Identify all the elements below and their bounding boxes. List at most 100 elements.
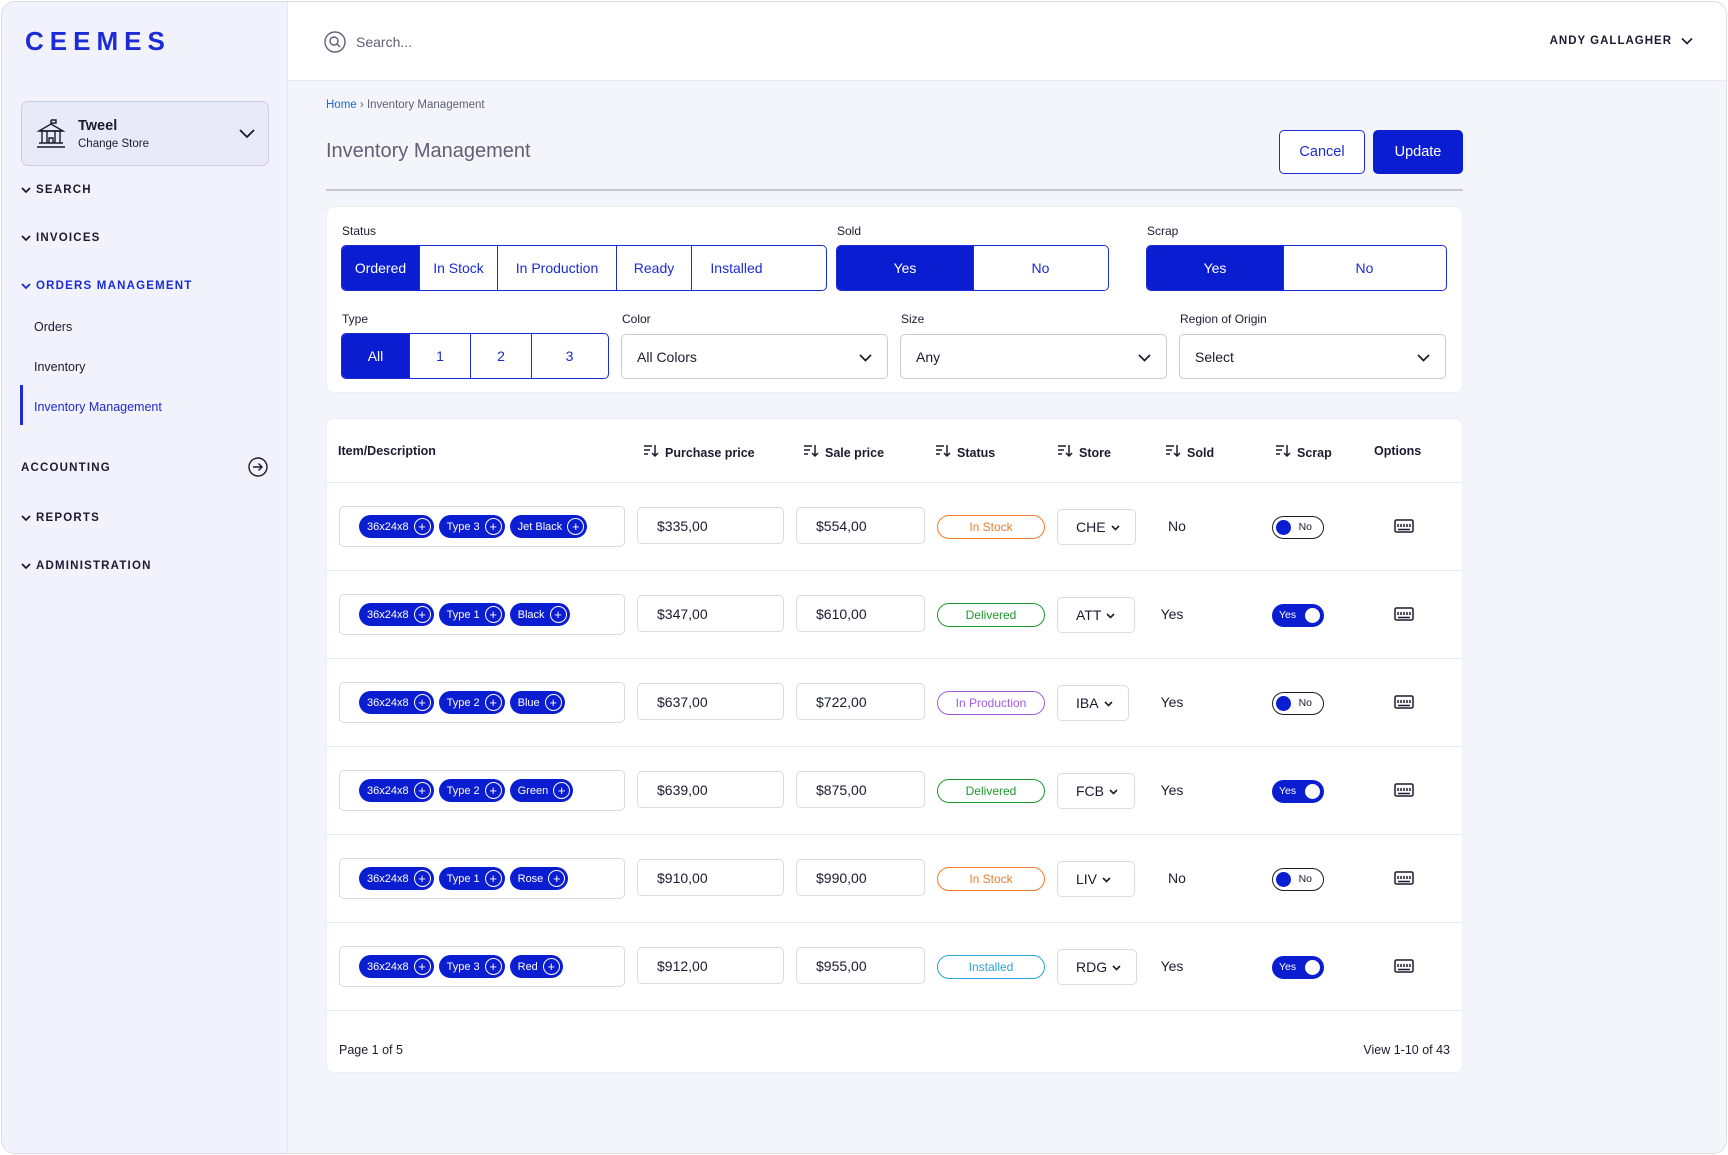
store-switcher[interactable]: Tweel Change Store: [21, 101, 269, 166]
cancel-button[interactable]: Cancel: [1279, 130, 1365, 174]
scrap-option[interactable]: Yes: [1147, 246, 1284, 290]
sold-option[interactable]: Yes: [837, 246, 974, 290]
scrap-option[interactable]: No: [1284, 246, 1445, 290]
nav-section-search[interactable]: SEARCH: [21, 184, 92, 196]
col-header-item[interactable]: Item/Description: [338, 444, 436, 458]
col-header-scrap[interactable]: Scrap: [1275, 444, 1332, 461]
sold-option[interactable]: No: [974, 246, 1107, 290]
add-icon[interactable]: +: [413, 958, 431, 975]
status-option[interactable]: Ready: [617, 246, 692, 290]
store-select[interactable]: ATT: [1057, 597, 1135, 633]
color-select[interactable]: All Colors: [621, 334, 888, 379]
type-chip[interactable]: Type 3 +: [438, 515, 505, 538]
purchase-price-input[interactable]: $639,00: [637, 771, 784, 808]
type-chip[interactable]: Type 2 +: [438, 779, 505, 802]
col-header-store[interactable]: Store: [1057, 444, 1111, 461]
update-button[interactable]: Update: [1373, 130, 1463, 174]
nav-item-inventory[interactable]: Inventory: [34, 360, 85, 374]
keyboard-icon[interactable]: [1394, 782, 1414, 798]
sale-price-input[interactable]: $554,00: [796, 507, 925, 544]
store-select[interactable]: LIV: [1057, 861, 1135, 897]
keyboard-icon[interactable]: [1394, 870, 1414, 886]
size-chip[interactable]: 36x24x8 +: [359, 867, 434, 890]
user-menu[interactable]: ANDY GALLAGHER: [1550, 34, 1694, 48]
nav-section-administration[interactable]: ADMINISTRATION: [21, 560, 152, 572]
add-icon[interactable]: +: [548, 870, 566, 887]
color-chip[interactable]: Black +: [509, 603, 570, 626]
color-chip[interactable]: Blue +: [509, 691, 565, 714]
sale-price-input[interactable]: $990,00: [796, 859, 925, 896]
type-option[interactable]: 2: [471, 334, 532, 378]
add-icon[interactable]: +: [484, 870, 502, 887]
size-chip[interactable]: 36x24x8 +: [359, 691, 434, 714]
sale-price-input[interactable]: $610,00: [796, 595, 925, 632]
status-option[interactable]: Installed: [692, 246, 781, 290]
keyboard-icon[interactable]: [1394, 606, 1414, 622]
add-icon[interactable]: +: [542, 958, 560, 975]
status-option[interactable]: Ordered: [342, 246, 420, 290]
add-icon[interactable]: +: [484, 606, 502, 623]
add-icon[interactable]: +: [549, 606, 567, 623]
nav-section-orders-management[interactable]: ORDERS MANAGEMENT: [21, 280, 193, 292]
purchase-price-input[interactable]: $910,00: [637, 859, 784, 896]
status-option[interactable]: In Production: [498, 246, 617, 290]
add-icon[interactable]: +: [484, 958, 502, 975]
breadcrumb-home[interactable]: Home: [326, 99, 357, 111]
search-input[interactable]: Search...: [356, 34, 412, 50]
color-chip[interactable]: Jet Black +: [509, 515, 588, 538]
store-select[interactable]: RDG: [1057, 949, 1137, 985]
add-icon[interactable]: +: [413, 606, 431, 623]
region-select[interactable]: Select: [1179, 334, 1446, 379]
add-icon[interactable]: +: [484, 518, 502, 535]
scrap-toggle[interactable]: No: [1272, 868, 1324, 891]
store-select[interactable]: CHE: [1057, 509, 1136, 545]
store-select[interactable]: FCB: [1057, 773, 1135, 809]
add-icon[interactable]: +: [553, 782, 571, 799]
logo[interactable]: CEEMES: [25, 26, 171, 57]
scrap-toggle[interactable]: Yes: [1272, 780, 1324, 803]
add-icon[interactable]: +: [567, 518, 585, 535]
size-chip[interactable]: 36x24x8 +: [359, 779, 434, 802]
nav-item-inventory-management[interactable]: Inventory Management: [34, 400, 162, 414]
col-header-sale[interactable]: Sale price: [803, 444, 884, 461]
nav-section-reports[interactable]: REPORTS: [21, 512, 100, 524]
type-chip[interactable]: Type 1 +: [438, 603, 505, 626]
type-option[interactable]: 1: [410, 334, 471, 378]
keyboard-icon[interactable]: [1394, 958, 1414, 974]
add-icon[interactable]: +: [484, 694, 502, 711]
col-header-status[interactable]: Status: [935, 444, 995, 461]
size-chip[interactable]: 36x24x8 +: [359, 955, 434, 978]
size-chip[interactable]: 36x24x8 +: [359, 515, 434, 538]
sale-price-input[interactable]: $955,00: [796, 947, 925, 984]
type-chip[interactable]: Type 3 +: [438, 955, 505, 978]
search-bar[interactable]: Search...: [324, 31, 412, 53]
add-icon[interactable]: +: [413, 518, 431, 535]
color-chip[interactable]: Green +: [509, 779, 574, 802]
color-chip[interactable]: Rose +: [509, 867, 569, 890]
status-option[interactable]: In Stock: [420, 246, 498, 290]
size-select[interactable]: Any: [900, 334, 1167, 379]
add-icon[interactable]: +: [413, 694, 431, 711]
scrap-toggle[interactable]: Yes: [1272, 956, 1324, 979]
scrap-toggle[interactable]: No: [1272, 692, 1324, 715]
keyboard-icon[interactable]: [1394, 694, 1414, 710]
keyboard-icon[interactable]: [1394, 518, 1414, 534]
type-chip[interactable]: Type 2 +: [438, 691, 505, 714]
type-option[interactable]: 3: [532, 334, 607, 378]
purchase-price-input[interactable]: $637,00: [637, 683, 784, 720]
add-icon[interactable]: +: [413, 870, 431, 887]
nav-item-orders[interactable]: Orders: [34, 320, 72, 334]
scrap-toggle[interactable]: No: [1272, 516, 1324, 539]
nav-section-invoices[interactable]: INVOICES: [21, 232, 101, 244]
add-icon[interactable]: +: [413, 782, 431, 799]
scrap-toggle[interactable]: Yes: [1272, 604, 1324, 627]
type-option[interactable]: All: [342, 334, 410, 378]
add-icon[interactable]: +: [544, 694, 562, 711]
color-chip[interactable]: Red +: [509, 955, 563, 978]
purchase-price-input[interactable]: $347,00: [637, 595, 784, 632]
nav-section-accounting[interactable]: ACCOUNTING: [21, 462, 111, 474]
store-select[interactable]: IBA: [1057, 685, 1129, 721]
sale-price-input[interactable]: $875,00: [796, 771, 925, 808]
purchase-price-input[interactable]: $912,00: [637, 947, 784, 984]
sale-price-input[interactable]: $722,00: [796, 683, 925, 720]
